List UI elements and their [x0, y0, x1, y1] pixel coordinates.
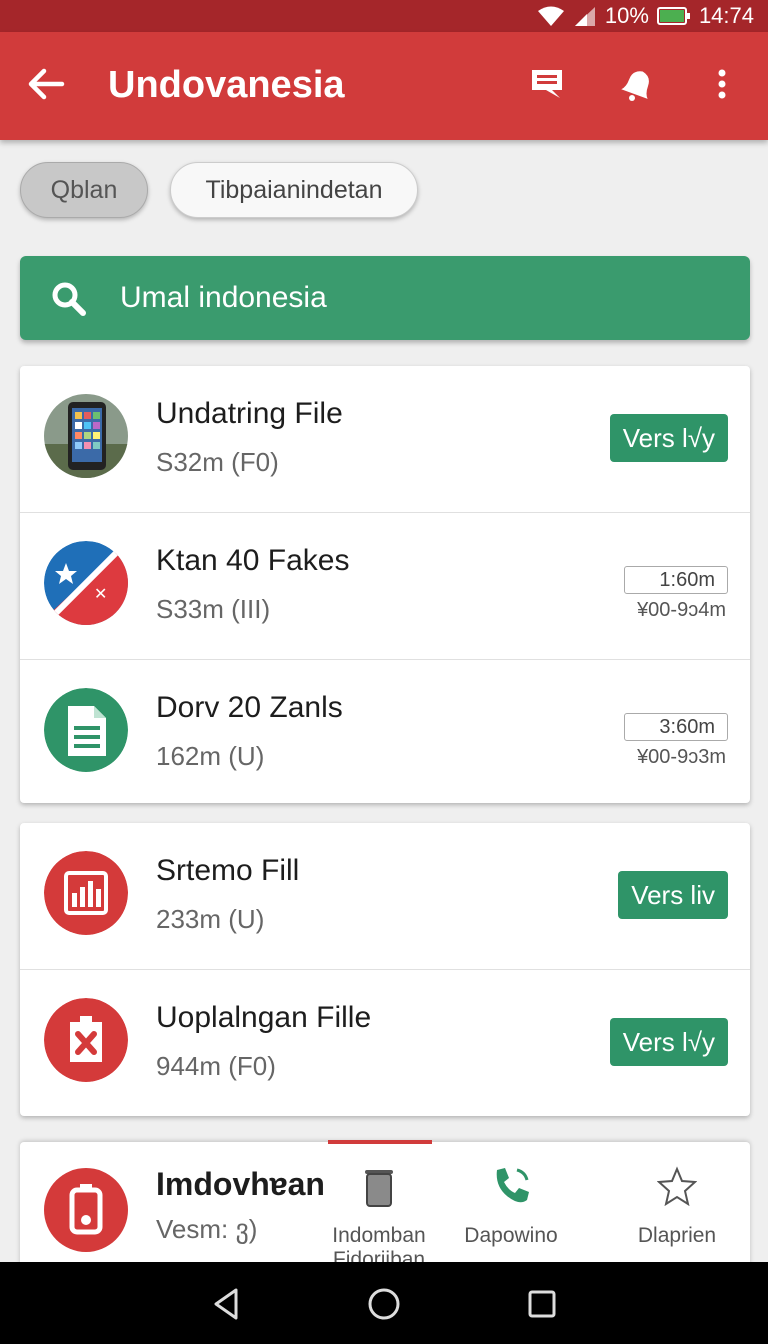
clock: 14:74 [698, 3, 754, 28]
system-navigation-bar [0, 1262, 768, 1344]
trash-icon [357, 1164, 401, 1208]
item-subtitle: 944m (F0) [156, 1051, 276, 1081]
version-button[interactable]: Vers l√y [609, 1018, 728, 1066]
search-input[interactable]: Umal indonesia [120, 278, 327, 318]
list-item[interactable]: Uoplalngan Fille 944m (F0) Vers l√y [20, 970, 750, 1116]
phone-thumbnail-icon [44, 394, 128, 478]
list-item[interactable]: Undatring File S32m (F0) Vers l√y [20, 366, 750, 513]
more-vert-icon[interactable] [700, 62, 744, 106]
item-title: Uoplalngan Fille [156, 1001, 372, 1034]
item-subtitle: Vesm: ვ) [156, 1214, 258, 1244]
luggage-icon [44, 1168, 128, 1252]
app-bar: Undovanesia [0, 32, 768, 140]
flag-icon: ✕ [44, 541, 128, 625]
document-icon [44, 688, 128, 772]
nav-item-dapowino[interactable]: Dapowino [446, 1164, 576, 1248]
nav-item-dlaprien[interactable]: Dlaprien [612, 1164, 742, 1248]
wifi-icon [537, 5, 565, 27]
bar-chart-icon [44, 851, 128, 935]
range-text: ¥00-9ᴐ3m [637, 746, 726, 768]
svg-text:✕: ✕ [94, 584, 107, 603]
filter-chip[interactable]: Tibpaianindetan [170, 162, 418, 218]
delete-file-icon [44, 998, 128, 1082]
list-item[interactable]: ✕ Ktan 40 Fakes S33m (III) 1:60m ¥00-9ᴐ4… [20, 513, 750, 660]
recents-square-icon[interactable] [522, 1284, 562, 1324]
nav-label: Indomban [332, 1224, 426, 1247]
file-list-card: Srtemo Fill 233m (U) Vers liv Uoplalngan… [20, 823, 750, 1116]
nav-label: Dapowino [464, 1224, 558, 1247]
list-item[interactable]: Srtemo Fill 233m (U) Vers liv [20, 823, 750, 970]
item-title: Dorv 20 Zanls [156, 691, 343, 724]
search-bar[interactable]: Umal indonesia [20, 256, 750, 340]
status-bar: 10% 14:74 [0, 0, 768, 32]
version-button[interactable]: Vers l√y [609, 414, 728, 462]
duration-badge: 1:60m [624, 566, 728, 594]
range-text: ¥00-9ᴐ4m [637, 599, 726, 621]
page-title: Undovanesia [108, 64, 345, 106]
battery-percent: 10% [604, 3, 649, 28]
bottom-navigation: Imdovhɐan Vesm: ვ) Indomban Fidoriiban D… [20, 1140, 750, 1272]
item-title: Srtemo Fill [156, 854, 300, 887]
item-subtitle: S32m (F0) [156, 447, 279, 477]
item-subtitle: S33m (III) [156, 594, 271, 624]
phone-icon [489, 1164, 533, 1208]
bell-icon[interactable] [614, 62, 658, 106]
nav-active-indicator [328, 1140, 432, 1144]
search-icon [50, 280, 88, 318]
nav-item-indomban[interactable]: Indomban Fidoriiban [314, 1164, 444, 1272]
star-icon [655, 1164, 699, 1208]
item-subtitle: 233m (U) [156, 904, 265, 934]
list-item[interactable]: Dorv 20 Zanls 162m (U) 3:60m ¥00-9ᴐ3m [20, 660, 750, 803]
file-list-card: Undatring File S32m (F0) Vers l√y ✕ Ktan… [20, 366, 750, 803]
item-title: Undatring File [156, 397, 343, 430]
version-button[interactable]: Vers liv [618, 871, 728, 919]
back-triangle-icon[interactable] [206, 1284, 246, 1324]
signal-icon [573, 5, 597, 27]
filter-chip-selected[interactable]: Qblan [20, 162, 148, 218]
back-arrow-icon[interactable] [24, 62, 68, 106]
duration-badge: 3:60m [624, 713, 728, 741]
battery-icon [656, 6, 691, 26]
item-title: Ktan 40 Fakes [156, 544, 350, 577]
home-circle-icon[interactable] [364, 1284, 404, 1324]
item-title: Imdovhɐan [156, 1166, 325, 1202]
chat-icon[interactable] [526, 62, 570, 106]
item-subtitle: 162m (U) [156, 741, 265, 771]
nav-label: Dlaprien [637, 1224, 717, 1247]
